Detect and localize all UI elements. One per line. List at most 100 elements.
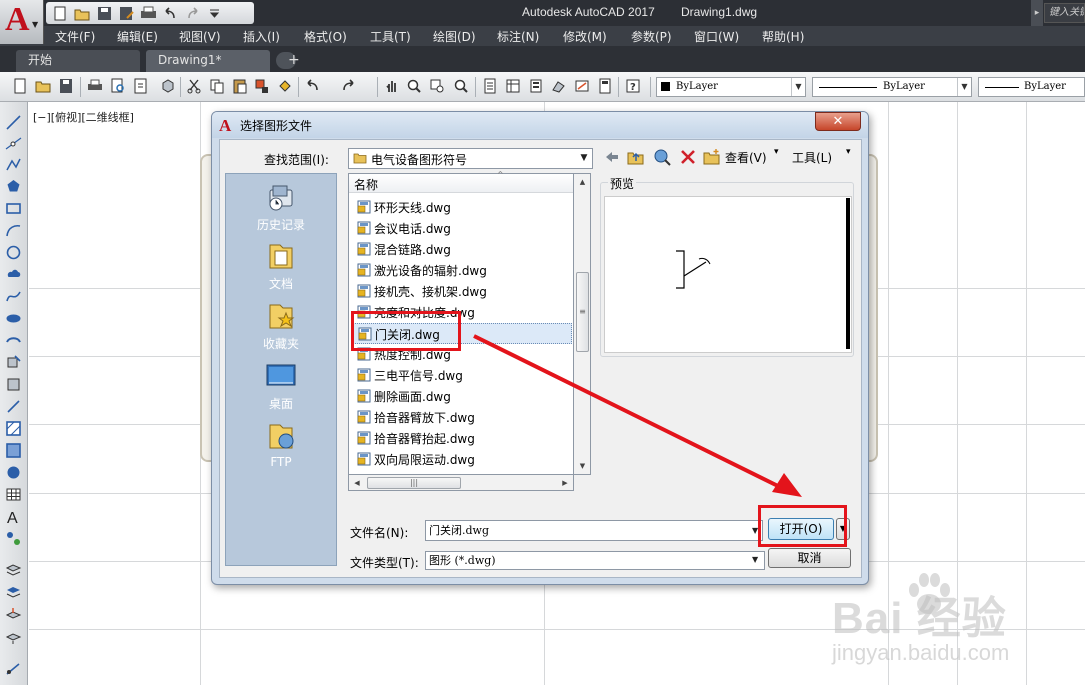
- list-item[interactable]: 环形天线.dwg: [352, 197, 572, 218]
- up-folder-icon[interactable]: [627, 148, 645, 166]
- menu-dimension[interactable]: 标注(N): [497, 28, 539, 45]
- menu-tools[interactable]: 工具(T): [370, 28, 411, 45]
- chevron-right-icon[interactable]: ▸: [1031, 0, 1043, 26]
- place-desktop[interactable]: 桌面: [225, 359, 337, 412]
- new-icon[interactable]: [12, 78, 28, 94]
- delete-icon[interactable]: [679, 148, 697, 166]
- file-name-input[interactable]: 门关闭.dwg: [425, 520, 763, 541]
- print-icon[interactable]: [87, 78, 103, 94]
- zoom-previous-icon[interactable]: [453, 78, 469, 94]
- menu-format[interactable]: 格式(O): [304, 28, 347, 45]
- print-preview-icon[interactable]: [110, 78, 126, 94]
- list-item[interactable]: 激光设备的辐射.dwg: [352, 260, 572, 281]
- rectangle-icon[interactable]: [5, 200, 22, 217]
- undo-icon[interactable]: [305, 78, 321, 94]
- 3d-print-icon[interactable]: [160, 78, 176, 94]
- revision-cloud-icon[interactable]: [5, 266, 22, 283]
- scroll-left-icon[interactable]: ◀: [350, 476, 364, 490]
- menu-insert[interactable]: 插入(I): [243, 28, 280, 45]
- place-ftp[interactable]: FTP: [225, 419, 337, 469]
- place-documents[interactable]: 文档: [225, 239, 337, 292]
- sheet-set-icon[interactable]: [551, 78, 567, 94]
- markup-icon[interactable]: [574, 78, 590, 94]
- point-icon[interactable]: [5, 398, 22, 415]
- polygon-icon[interactable]: [5, 178, 22, 195]
- ellipse-arc-icon[interactable]: [5, 332, 22, 349]
- customize-icon[interactable]: [206, 6, 223, 21]
- save-icon[interactable]: [58, 78, 74, 94]
- list-item[interactable]: 拾音器臂放下.dwg: [352, 407, 572, 428]
- chevron-down-icon[interactable]: ▼: [576, 149, 592, 168]
- arc-icon[interactable]: [5, 222, 22, 239]
- construction-line-icon[interactable]: [5, 135, 22, 152]
- dimension-icon[interactable]: [5, 660, 22, 677]
- menu-modify[interactable]: 修改(M): [563, 28, 607, 45]
- viewport-controls[interactable]: [−][俯视][二维线框]: [33, 109, 134, 125]
- new-folder-icon[interactable]: [703, 148, 721, 166]
- spline-icon[interactable]: [5, 288, 22, 305]
- views-menu[interactable]: 查看(V): [725, 149, 767, 166]
- ellipse-icon[interactable]: [5, 310, 22, 327]
- pan-icon[interactable]: [384, 78, 400, 94]
- add-selected-icon[interactable]: [5, 530, 22, 547]
- block-editor-icon[interactable]: [277, 78, 293, 94]
- line-icon[interactable]: [5, 114, 22, 131]
- open-icon[interactable]: [35, 78, 51, 94]
- cut-icon[interactable]: [186, 78, 202, 94]
- list-item[interactable]: 接机壳、接机架.dwg: [352, 281, 572, 302]
- search-input[interactable]: 键入关键: [1044, 3, 1085, 23]
- help-icon[interactable]: ?: [625, 78, 641, 94]
- zoom-realtime-icon[interactable]: [406, 78, 422, 94]
- insert-block-icon[interactable]: [5, 354, 22, 371]
- scroll-down-icon[interactable]: ▼: [575, 458, 590, 474]
- tab-start[interactable]: 开始: [16, 50, 140, 72]
- layer-isolate-icon[interactable]: [5, 606, 22, 623]
- zoom-window-icon[interactable]: [429, 78, 445, 94]
- lineweight-combo[interactable]: ByLayer: [978, 77, 1085, 97]
- list-item[interactable]: 拾音器臂抬起.dwg: [352, 428, 572, 449]
- hatch-icon[interactable]: [5, 420, 22, 437]
- design-center-icon[interactable]: [505, 78, 521, 94]
- color-combo[interactable]: ByLayer ▼: [656, 77, 806, 97]
- cancel-button[interactable]: 取消: [768, 548, 851, 568]
- application-menu-button[interactable]: A ▼: [0, 0, 44, 44]
- list-item[interactable]: 混合链路.dwg: [352, 239, 572, 260]
- scroll-right-icon[interactable]: ▶: [558, 476, 572, 490]
- close-button[interactable]: ✕: [815, 112, 861, 131]
- tool-palettes-icon[interactable]: [528, 78, 544, 94]
- list-item[interactable]: 双向局限运动.dwg: [352, 449, 572, 470]
- match-properties-icon[interactable]: [254, 78, 270, 94]
- redo-icon[interactable]: [184, 6, 201, 21]
- scroll-up-icon[interactable]: ▲: [575, 174, 590, 190]
- new-tab-button[interactable]: +: [276, 52, 300, 69]
- calculator-icon[interactable]: [597, 78, 613, 94]
- linetype-combo[interactable]: ByLayer ▼: [812, 77, 972, 97]
- save-icon[interactable]: [96, 6, 113, 21]
- redo-icon[interactable]: [340, 78, 356, 94]
- menu-help[interactable]: 帮助(H): [762, 28, 804, 45]
- region-icon[interactable]: [5, 464, 22, 481]
- file-type-select[interactable]: 图形 (*.dwg): [425, 551, 765, 570]
- menu-parametric[interactable]: 参数(P): [631, 28, 672, 45]
- menu-window[interactable]: 窗口(W): [694, 28, 739, 45]
- menu-file[interactable]: 文件(F): [55, 28, 95, 45]
- new-icon[interactable]: [52, 6, 69, 21]
- open-icon[interactable]: [74, 6, 91, 21]
- save-as-icon[interactable]: [118, 6, 135, 21]
- multiline-text-icon[interactable]: A: [5, 508, 22, 527]
- column-header-name[interactable]: [349, 174, 573, 193]
- back-icon[interactable]: [603, 148, 621, 166]
- table-icon[interactable]: [5, 486, 22, 503]
- properties-icon[interactable]: [482, 78, 498, 94]
- search-web-icon[interactable]: [653, 148, 671, 166]
- layer-freeze-icon[interactable]: [5, 628, 22, 645]
- place-history[interactable]: 历史记录: [225, 180, 337, 233]
- menu-view[interactable]: 视图(V): [179, 28, 221, 45]
- publish-icon[interactable]: [133, 78, 149, 94]
- list-item[interactable]: 删除画面.dwg: [352, 386, 572, 407]
- layer-properties-icon[interactable]: [5, 562, 22, 579]
- circle-icon[interactable]: [5, 244, 22, 261]
- polyline-icon[interactable]: [5, 156, 22, 173]
- menu-draw[interactable]: 绘图(D): [433, 28, 476, 45]
- print-icon[interactable]: [140, 6, 157, 21]
